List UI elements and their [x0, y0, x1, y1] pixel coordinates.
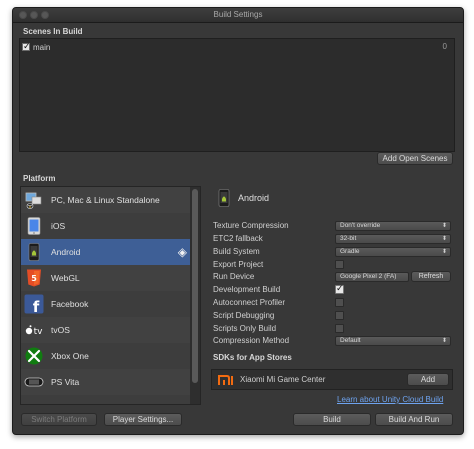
- run-device-label: Run Device: [213, 272, 255, 281]
- unity-cloud-build-link[interactable]: Learn about Unity Cloud Build: [337, 395, 443, 404]
- script-debugging-checkbox[interactable]: [335, 311, 344, 320]
- build-system-dropdown[interactable]: Gradle ⬍: [335, 247, 451, 257]
- svg-text:5: 5: [31, 274, 37, 283]
- platform-item-label: PC, Mac & Linux Standalone: [51, 195, 160, 205]
- scenes-header: Scenes In Build: [23, 27, 83, 36]
- dropdown-arrows-icon: ⬍: [441, 338, 447, 344]
- dropdown-value: Don't override: [340, 222, 381, 229]
- run-device-dropdown[interactable]: Google Pixel 2 (FA): [335, 272, 409, 282]
- ios-icon: [24, 216, 44, 236]
- facebook-icon: f: [24, 294, 44, 316]
- platform-item-webgl[interactable]: 5 WebGL: [21, 265, 191, 291]
- platform-settings-title: Android: [238, 193, 270, 203]
- platform-list: PC, Mac & Linux Standalone iOS Android ◈…: [20, 186, 201, 405]
- development-build-checkbox[interactable]: [335, 283, 344, 294]
- scene-name: main: [33, 42, 51, 52]
- pc-mac-linux-icon: [24, 190, 44, 210]
- appletv-icon: tv: [24, 320, 44, 340]
- platform-header: Platform: [23, 174, 56, 183]
- compression-method-label: Compression Method: [213, 336, 290, 345]
- switch-platform-button[interactable]: Switch Platform: [21, 413, 97, 426]
- refresh-devices-button[interactable]: Refresh: [411, 271, 451, 282]
- texture-compression-dropdown[interactable]: Don't override ⬍: [335, 221, 451, 231]
- scene-row[interactable]: main: [22, 41, 50, 53]
- build-and-run-button[interactable]: Build And Run: [375, 413, 453, 426]
- platform-item-label: PS Vita: [51, 377, 80, 387]
- add-sdk-button[interactable]: Add: [407, 373, 449, 386]
- platform-item-ios[interactable]: iOS: [21, 213, 191, 239]
- platform-settings-header: Android: [218, 189, 269, 207]
- build-button[interactable]: Build: [293, 413, 371, 426]
- svg-text:tv: tv: [34, 327, 44, 337]
- scene-index: 0: [442, 42, 447, 51]
- scrollbar-thumb[interactable]: [192, 189, 198, 383]
- mi-logo-icon: [218, 374, 233, 385]
- dropdown-value: Gradle: [340, 248, 360, 255]
- dropdown-arrows-icon: ⬍: [441, 249, 447, 255]
- dropdown-arrows-icon: ⬍: [441, 236, 447, 242]
- build-system-label: Build System: [213, 247, 260, 256]
- sdk-name: Xiaomi Mi Game Center: [240, 375, 326, 384]
- platform-item-label: WebGL: [51, 273, 80, 283]
- android-icon: [218, 189, 230, 207]
- export-project-checkbox[interactable]: [335, 260, 344, 269]
- platform-item-ps-vita[interactable]: PS Vita: [21, 369, 191, 395]
- dropdown-value: 32-bit: [340, 235, 357, 242]
- script-debugging-label: Script Debugging: [213, 311, 275, 320]
- xbox-icon: [24, 346, 44, 366]
- add-open-scenes-button[interactable]: Add Open Scenes: [377, 152, 453, 165]
- scripts-only-build-checkbox[interactable]: [335, 324, 344, 333]
- psvita-icon: [24, 372, 44, 392]
- platform-item-label: Android: [51, 247, 81, 257]
- platform-item-facebook[interactable]: f Facebook: [21, 291, 191, 317]
- window-title: Build Settings: [213, 10, 263, 19]
- autoconnect-profiler-label: Autoconnect Profiler: [213, 298, 286, 307]
- scene-include-checkbox[interactable]: [22, 41, 31, 52]
- dropdown-value: Default: [340, 337, 361, 344]
- platform-item-label: tvOS: [51, 325, 70, 335]
- dropdown-value: Google Pixel 2 (FA): [340, 273, 397, 280]
- platform-item-xbox-one[interactable]: Xbox One: [21, 343, 191, 369]
- platform-item-label: Xbox One: [51, 351, 89, 361]
- scenes-list[interactable]: [19, 38, 455, 152]
- svg-text:f: f: [33, 298, 40, 314]
- title-bar: Build Settings: [13, 8, 463, 23]
- development-build-label: Development Build: [213, 285, 281, 294]
- platform-item-android[interactable]: Android ◈: [21, 239, 191, 265]
- build-settings-window: Build Settings Scenes In Build main 0 Ad…: [12, 7, 464, 435]
- etc2-fallback-dropdown[interactable]: 32-bit ⬍: [335, 234, 451, 244]
- scripts-only-build-label: Scripts Only Build: [213, 324, 277, 333]
- html5-icon: 5: [24, 268, 44, 288]
- autoconnect-profiler-checkbox[interactable]: [335, 298, 344, 307]
- platform-item-tvos[interactable]: tv tvOS: [21, 317, 191, 343]
- dropdown-arrows-icon: ⬍: [441, 223, 447, 229]
- platform-item-label: Facebook: [51, 299, 89, 309]
- active-platform-unity-icon: ◈: [177, 245, 187, 259]
- platform-item-label: iOS: [51, 221, 66, 231]
- platform-item-pc[interactable]: PC, Mac & Linux Standalone: [21, 187, 191, 213]
- texture-compression-label: Texture Compression: [213, 221, 289, 230]
- player-settings-button[interactable]: Player Settings...: [104, 413, 182, 426]
- sdks-header: SDKs for App Stores: [213, 353, 292, 362]
- compression-method-dropdown[interactable]: Default ⬍: [335, 336, 451, 346]
- android-icon: [24, 242, 44, 262]
- platform-list-scrollbar[interactable]: [190, 187, 200, 404]
- export-project-label: Export Project: [213, 260, 264, 269]
- etc2-fallback-label: ETC2 fallback: [213, 234, 263, 243]
